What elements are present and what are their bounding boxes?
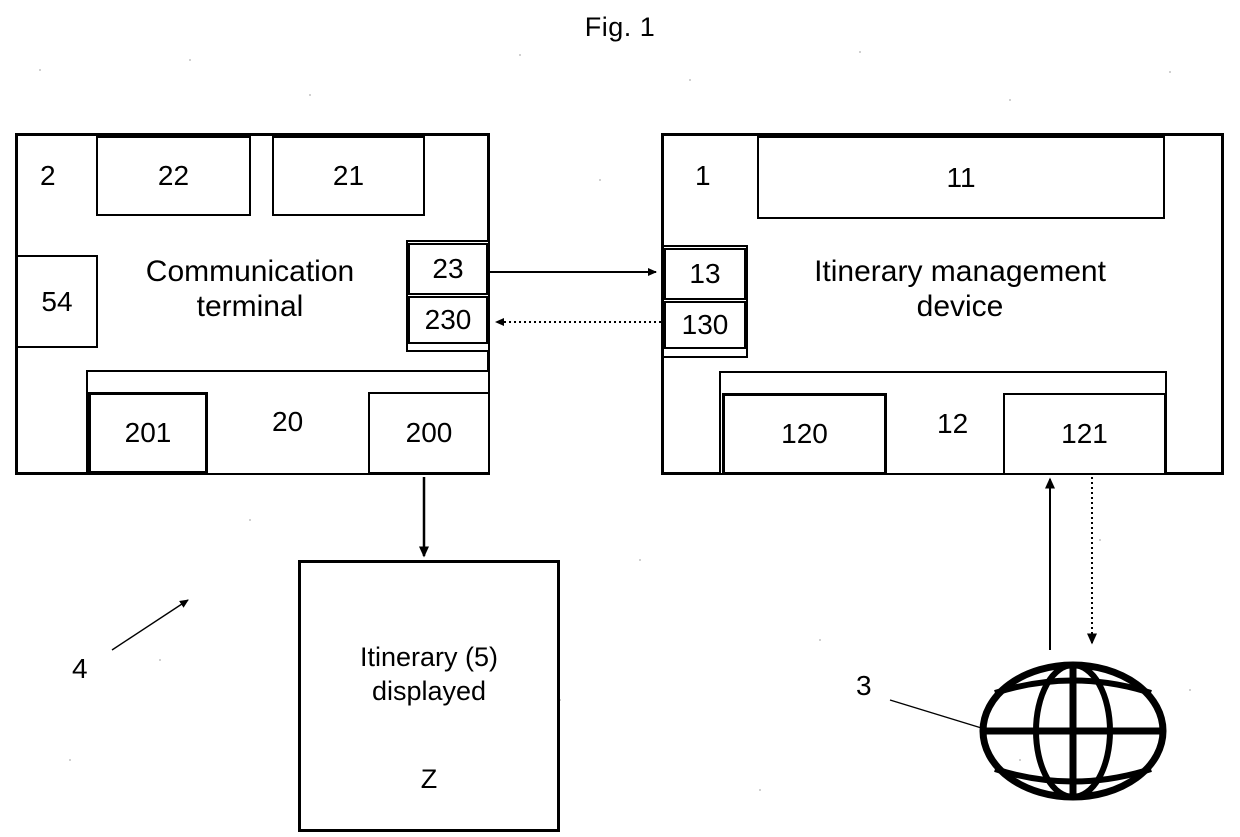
leader-line-4 xyxy=(111,599,189,651)
itinerary-device-title-line2: device xyxy=(916,289,1004,323)
module-box-11: 11 xyxy=(757,136,1165,219)
interface-box-130: 130 xyxy=(664,301,746,349)
module-box-201: 201 xyxy=(88,392,208,474)
module-box-21: 21 xyxy=(272,136,425,216)
itinerary-management-device-title: Itinerary management device xyxy=(760,255,1160,324)
interface-label-23: 23 xyxy=(432,253,464,284)
ref-label-4: 4 xyxy=(72,653,88,684)
interface-box-23: 23 xyxy=(408,243,488,295)
interface-label-13: 13 xyxy=(689,258,721,289)
itinerary-displayed-box: Itinerary (5) displayed Z xyxy=(298,560,560,832)
interface-box-13: 13 xyxy=(664,248,746,300)
ref-label-2: 2 xyxy=(40,160,56,191)
module-label-22: 22 xyxy=(157,160,190,191)
module-box-54: 54 xyxy=(16,255,98,348)
globe-icon xyxy=(979,661,1167,801)
itinerary-displayed-text: Itinerary (5) displayed xyxy=(301,641,557,709)
communication-terminal-title: Communication terminal xyxy=(100,255,400,324)
module-label-11: 11 xyxy=(946,161,976,193)
group-label-12: 12 xyxy=(937,408,969,439)
module-label-21: 21 xyxy=(332,160,365,191)
module-label-121: 121 xyxy=(1061,418,1108,449)
ref-label-1: 1 xyxy=(695,160,711,191)
module-box-22: 22 xyxy=(96,136,251,216)
interface-label-130: 130 xyxy=(681,309,729,340)
ref-label-3: 3 xyxy=(856,670,872,701)
module-box-121: 121 xyxy=(1003,393,1166,475)
figure-title: Fig. 1 xyxy=(584,12,656,42)
interface-label-230: 230 xyxy=(424,304,472,335)
communication-terminal-title-line2: terminal xyxy=(196,289,304,323)
itinerary-displayed-line2: displayed xyxy=(371,675,487,706)
figure-canvas: Fig. 1 2 22 21 54 Communication terminal… xyxy=(0,0,1240,837)
itinerary-device-title-line1: Itinerary management xyxy=(814,255,1106,288)
itinerary-displayed-line1: Itinerary (5) xyxy=(359,642,499,672)
module-label-54: 54 xyxy=(41,285,73,317)
group-label-20: 20 xyxy=(272,406,304,437)
module-label-120: 120 xyxy=(781,418,828,449)
leader-line-3 xyxy=(889,699,989,731)
module-label-200: 200 xyxy=(405,417,453,448)
module-label-201: 201 xyxy=(124,417,172,448)
module-box-120: 120 xyxy=(722,393,887,475)
interface-box-230: 230 xyxy=(408,296,488,344)
communication-terminal-title-line1: Communication xyxy=(145,255,355,288)
itinerary-displayed-line3: Z xyxy=(420,764,438,794)
module-box-200: 200 xyxy=(368,392,490,474)
